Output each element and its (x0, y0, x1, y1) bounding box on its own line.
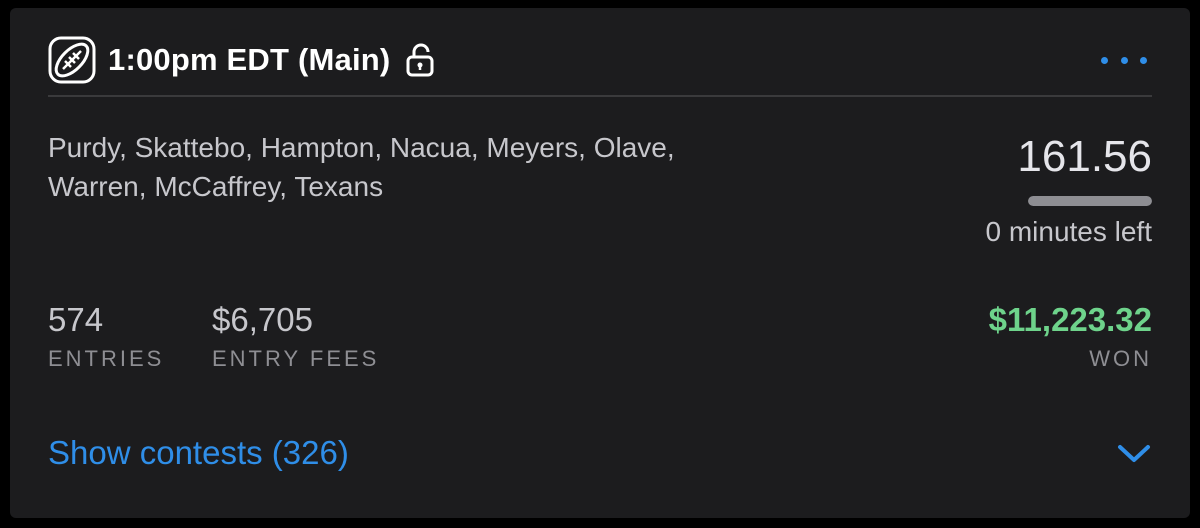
card-header: 1:00pm EDT (Main) (48, 32, 1152, 88)
lineup-players: Purdy, Skattebo, Hampton, Nacua, Meyers,… (48, 128, 868, 206)
players-line: Warren, McCaffrey, Texans (48, 171, 384, 202)
header-divider (48, 95, 1152, 97)
won-value: $11,223.32 (988, 301, 1152, 338)
more-dots-icon (1140, 56, 1147, 64)
more-options-button[interactable] (1096, 42, 1152, 78)
entries-value: 574 (48, 301, 104, 338)
more-dots-icon (1101, 56, 1108, 64)
entry-fees-value: $6,705 (212, 301, 313, 338)
chevron-down-icon[interactable] (1116, 441, 1152, 465)
lineup-score: 161.56 (1017, 132, 1152, 181)
entries-label: ENTRIES (48, 346, 165, 371)
time-progress-fill (1028, 196, 1152, 206)
entry-fees-stat: $6,705 ENTRY FEES (212, 300, 379, 372)
football-icon (48, 36, 96, 84)
entry-fees-label: ENTRY FEES (212, 346, 380, 371)
time-progress-bar (1028, 196, 1152, 206)
more-dots-icon (1120, 56, 1128, 64)
show-contests-link[interactable]: Show contests (326) (48, 434, 349, 472)
entries-stat: 574 ENTRIES (48, 300, 164, 372)
won-label: WON (1089, 346, 1152, 371)
time-left: 0 minutes left (985, 216, 1152, 247)
won-stat: $11,223.32 WON (989, 300, 1152, 372)
lineup-card: 1:00pm EDT (Main) Purdy, Skattebo, Hampt… (10, 8, 1190, 518)
unlock-icon (406, 43, 434, 77)
slate-title: 1:00pm EDT (Main) (108, 42, 391, 77)
players-line: Purdy, Skattebo, Hampton, Nacua, Meyers,… (48, 132, 675, 163)
